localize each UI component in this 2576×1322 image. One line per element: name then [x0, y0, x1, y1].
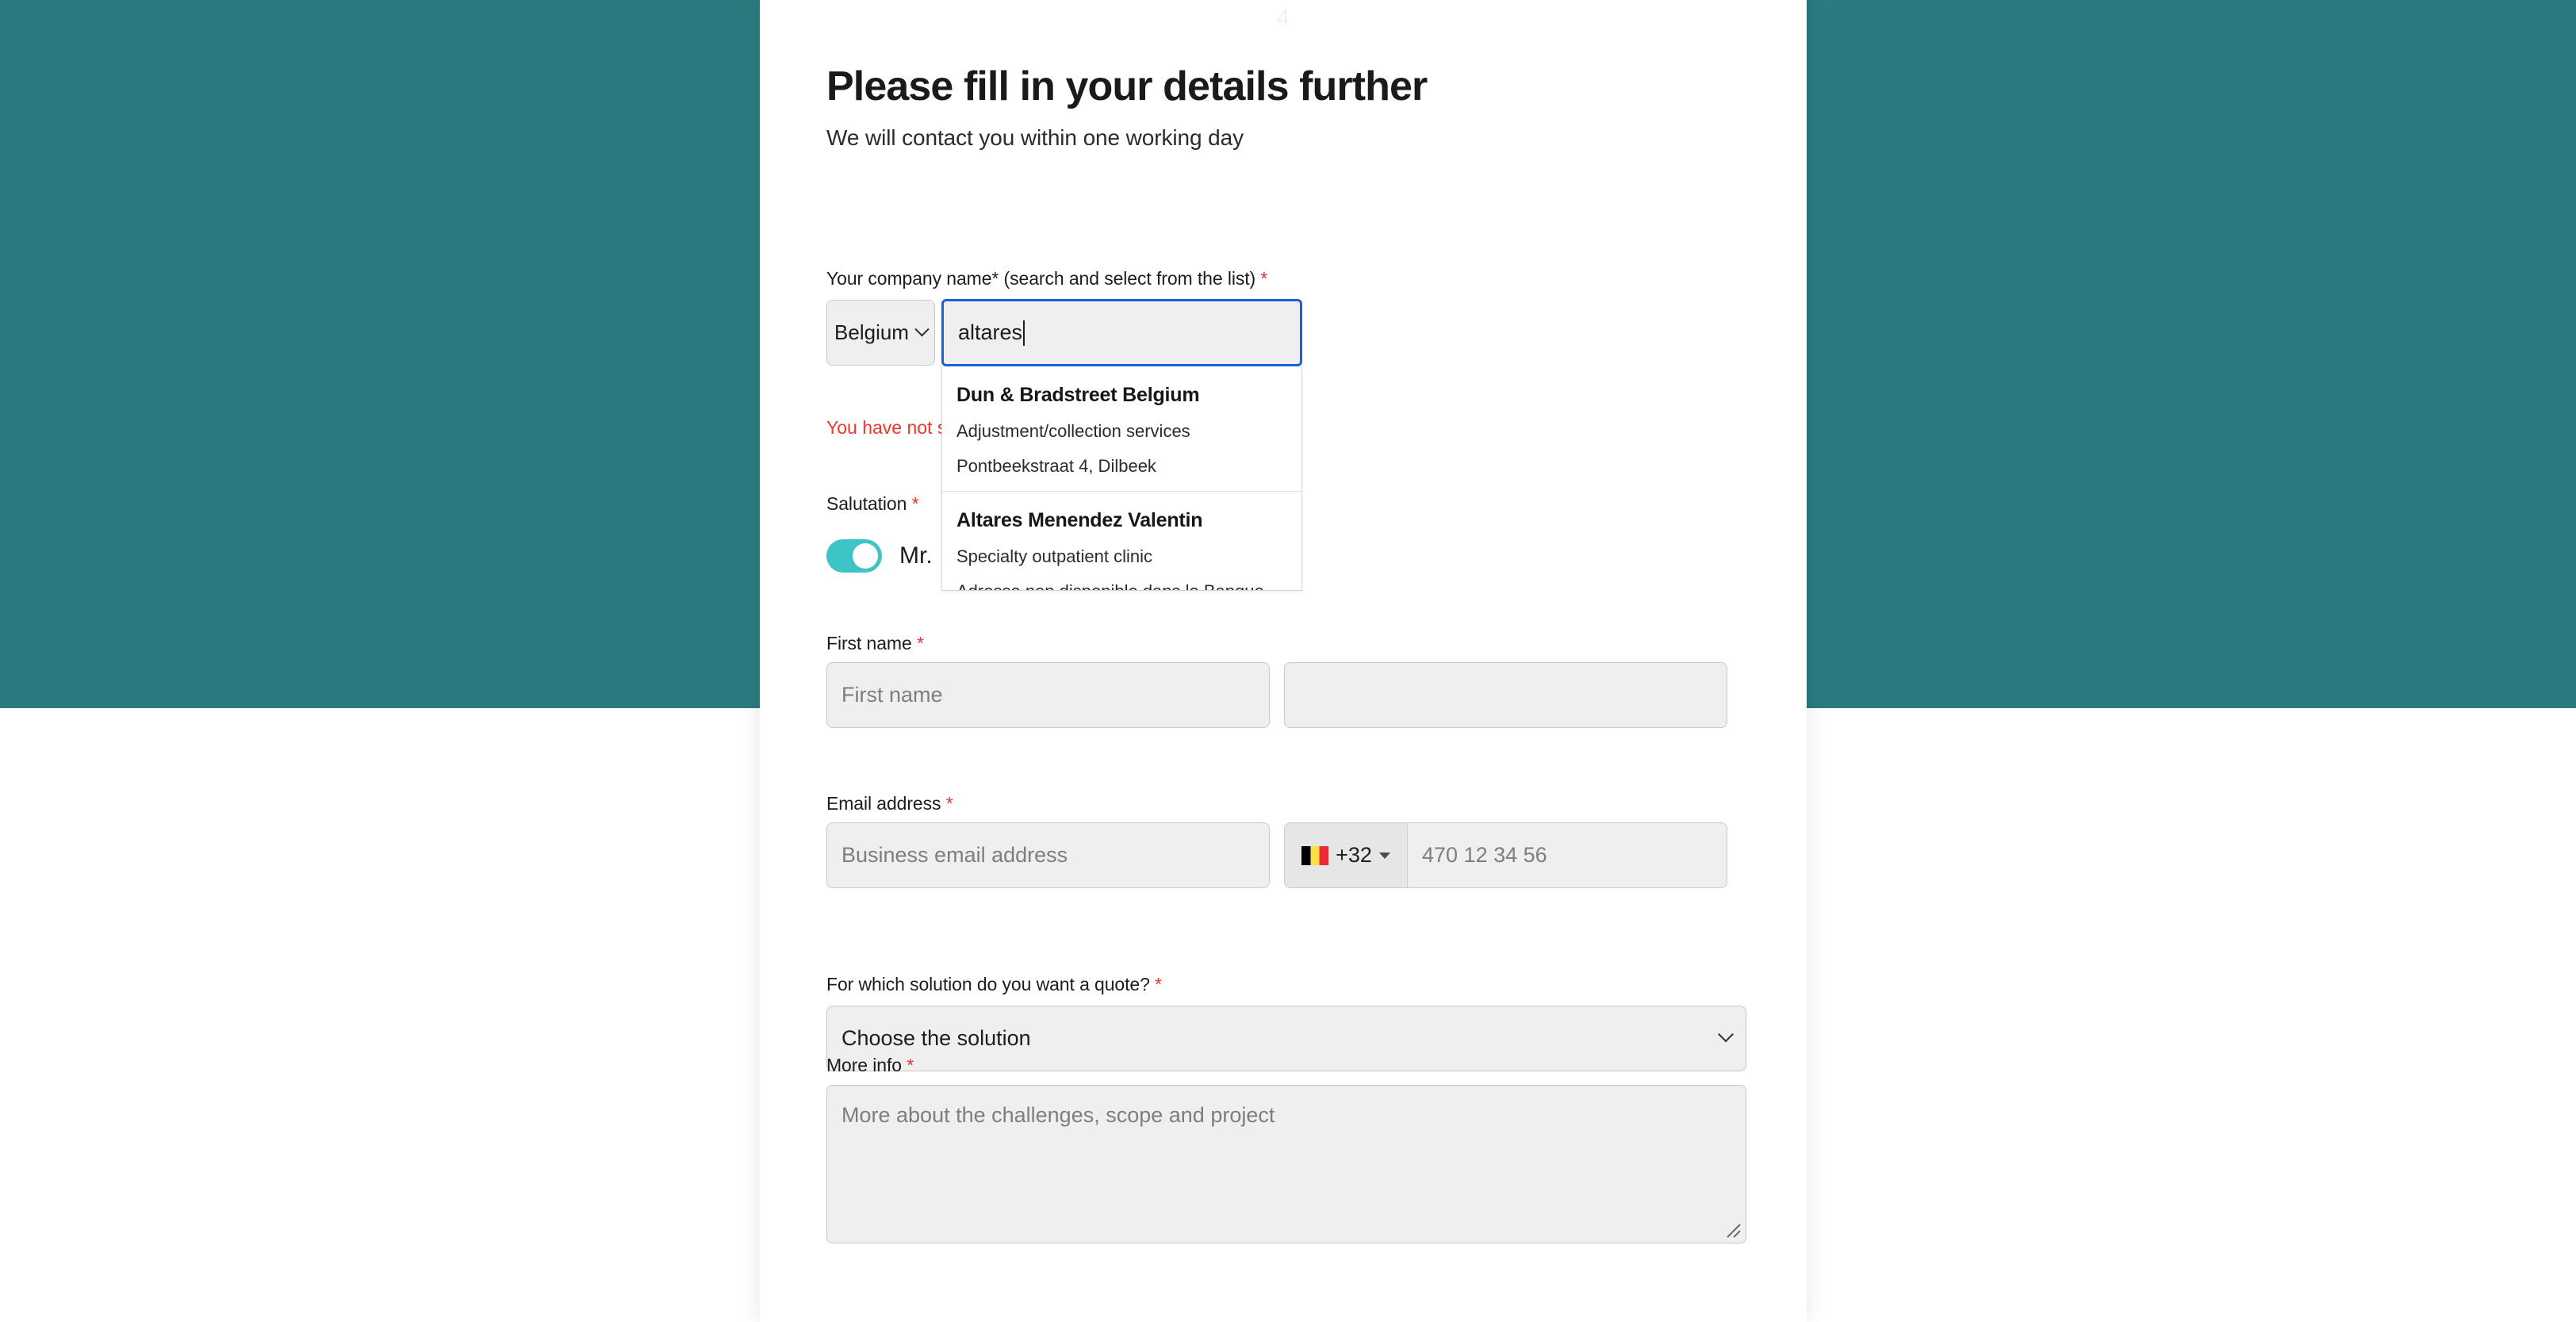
phone-placeholder: 470 12 34 56 [1422, 843, 1547, 867]
page-subtitle: We will contact you within one working d… [826, 125, 1244, 151]
email-input[interactable]: Business email address [826, 822, 1270, 888]
more-info-placeholder: More about the challenges, scope and pro… [841, 1103, 1275, 1127]
first-name-required-marker: * [916, 633, 924, 653]
company-search-value: altares [958, 320, 1023, 344]
salutation-label-text: Salutation [826, 493, 907, 514]
more-info-label: More info * [826, 1055, 914, 1076]
phone-field: +32 470 12 34 56 [1284, 822, 1727, 888]
form-card: 4 Please fill in your details further We… [760, 0, 1807, 1322]
salutation-toggle-mr[interactable] [826, 539, 882, 573]
email-placeholder: Business email address [841, 843, 1068, 867]
company-search-input[interactable]: altares [941, 299, 1302, 366]
chevron-down-icon [1718, 1025, 1734, 1042]
company-suggestions-dropdown[interactable]: Dun & Bradstreet Belgium Adjustment/coll… [941, 366, 1302, 591]
flag-belgium-icon [1301, 845, 1329, 865]
list-item[interactable]: Dun & Bradstreet Belgium Adjustment/coll… [942, 366, 1301, 492]
suggestion-name: Altares Menendez Valentin [956, 509, 1203, 531]
country-select-value: Belgium [834, 320, 909, 344]
step-number: 4 [1276, 5, 1290, 31]
first-name-input[interactable]: First name [826, 662, 1270, 728]
country-select[interactable]: Belgium [826, 300, 935, 366]
suggestion-address: Pontbeekstraat 4, Dilbeek [956, 456, 1156, 476]
triangle-down-icon [1378, 852, 1390, 859]
email-address-label: Email address * [826, 793, 953, 814]
solution-label-text: For which solution do you want a quote? [826, 974, 1150, 994]
company-name-label: Your company name* (search and select fr… [826, 268, 1267, 289]
first-name-placeholder: First name [841, 683, 943, 707]
solution-select[interactable]: Choose the solution [826, 1006, 1746, 1071]
company-name-label-text: Your company name* (search and select fr… [826, 268, 1256, 289]
toggle-knob [853, 543, 878, 569]
solution-required-marker: * [1155, 974, 1162, 994]
chevron-down-icon [914, 322, 930, 337]
form-header-block: Please fill in your details further We w… [826, 63, 1746, 151]
suggestion-sector: Adjustment/collection services [956, 421, 1190, 441]
salutation-required-marker: * [911, 493, 919, 514]
email-address-label-text: Email address [826, 793, 941, 814]
salutation-option-mr-label: Mr. [899, 542, 933, 569]
page-title: Please fill in your details further [826, 63, 1428, 109]
email-required-marker: * [945, 793, 953, 814]
suggestion-name: Dun & Bradstreet Belgium [956, 384, 1200, 406]
list-item[interactable]: Altares Menendez Valentin Specialty outp… [942, 492, 1301, 590]
more-info-required-marker: * [907, 1055, 914, 1075]
suggestion-address: Adresse non disponible dans le Banque Ca… [956, 581, 1287, 590]
more-info-label-text: More info [826, 1055, 902, 1075]
solution-selected-value: Choose the solution [841, 1026, 1031, 1050]
company-required-marker: * [1260, 268, 1268, 289]
salutation-label: Salutation * [826, 493, 919, 515]
solution-label: For which solution do you want a quote? … [826, 974, 1162, 995]
phone-country-select[interactable]: +32 [1285, 823, 1408, 887]
text-caret [1023, 320, 1025, 346]
more-info-textarea[interactable]: More about the challenges, scope and pro… [826, 1085, 1746, 1243]
first-name-label-text: First name [826, 633, 912, 653]
phone-dial-code: +32 [1336, 843, 1372, 867]
suggestion-sector: Specialty outpatient clinic [956, 546, 1153, 566]
first-name-label: First name * [826, 633, 924, 654]
last-name-input[interactable] [1284, 662, 1727, 728]
phone-number-input[interactable]: 470 12 34 56 [1408, 823, 1727, 887]
